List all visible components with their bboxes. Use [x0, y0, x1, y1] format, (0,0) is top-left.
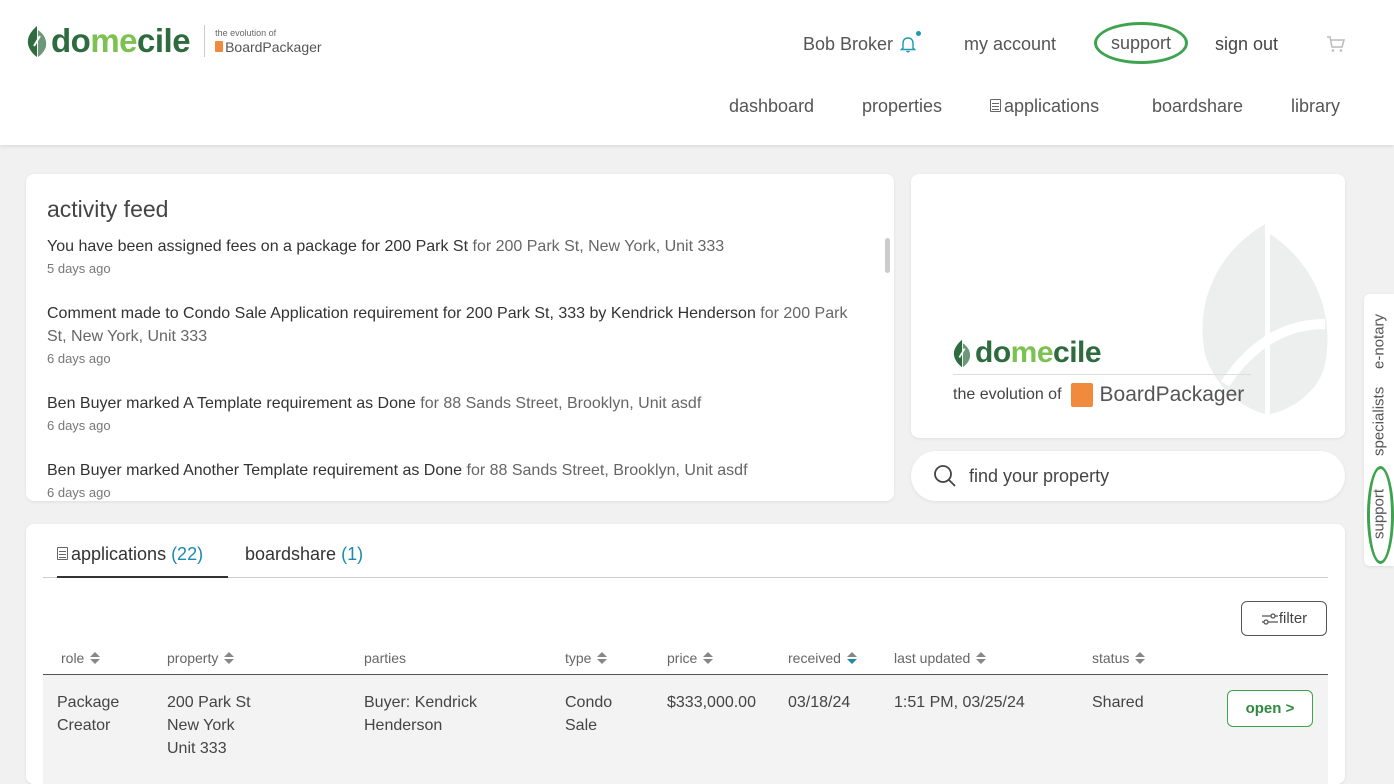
nav-library[interactable]: library [1291, 96, 1340, 146]
cell-status: Shared [1092, 694, 1144, 711]
boardpackager-icon [1070, 383, 1093, 407]
cell-role: Package Creator [57, 694, 120, 734]
sign-out-link[interactable]: sign out [1215, 30, 1278, 58]
cell-last-updated: 1:51 PM, 03/25/24 [894, 694, 1025, 711]
cell-type: Condo Sale [565, 694, 613, 734]
sort-icon [597, 652, 608, 664]
column-price[interactable]: price [667, 650, 714, 666]
leaf-logo-icon [953, 339, 971, 368]
activity-feed-title: activity feed [47, 196, 169, 222]
my-account-link[interactable]: my account [964, 30, 1056, 58]
logo-divider [204, 25, 206, 57]
activity-feed-list[interactable]: You have been assigned fees on a package… [47, 235, 867, 501]
open-button[interactable]: open > [1227, 690, 1313, 727]
side-tab-specialists[interactable]: specialists [1364, 386, 1394, 456]
feed-item-time: 5 days ago [47, 261, 111, 276]
tab-applications[interactable]: applications (22) [57, 544, 228, 578]
nav-dashboard[interactable]: dashboard [729, 96, 814, 146]
nav-boardshare[interactable]: boardshare [1152, 96, 1243, 146]
column-property[interactable]: property [167, 650, 235, 666]
feed-item[interactable]: Ben Buyer marked Another Template requir… [47, 459, 867, 501]
side-tab-enotary[interactable]: e-notary [1364, 308, 1394, 374]
sort-icon [224, 652, 235, 664]
search-icon [934, 465, 956, 487]
feed-item-time: 6 days ago [47, 351, 111, 366]
feed-item[interactable]: You have been assigned fees on a package… [47, 235, 867, 277]
promo-tagline: the evolution of BoardPackager [953, 383, 1245, 407]
promo-wordmark: domecile [975, 336, 1102, 369]
filter-button[interactable]: filter [1241, 601, 1327, 636]
domecile-logo[interactable]: domecile the evolution of BoardPackager [26, 24, 322, 58]
feed-item-time: 6 days ago [47, 418, 111, 433]
feed-scrollbar[interactable] [885, 238, 890, 273]
brand-promo-card: domecile the evolution of BoardPackager [911, 174, 1345, 438]
promo-divider [953, 374, 1251, 375]
boardpackager-icon [215, 41, 224, 52]
applications-panel: applications (22) boardshare (1) filter ro… [26, 524, 1345, 784]
table-row[interactable]: Package Creator 200 Park St New York Unit 3… [43, 675, 1328, 784]
leaf-logo-icon [27, 26, 47, 57]
sort-icon [703, 652, 714, 664]
nav-applications[interactable]: applications [990, 96, 1099, 146]
cart-icon[interactable] [1326, 30, 1346, 58]
column-parties: parties [364, 650, 407, 666]
feed-item[interactable]: Ben Buyer marked A Template requirement … [47, 392, 867, 434]
brand-tagline: the evolution of BoardPackager [215, 27, 322, 55]
activity-feed-card: activity feed You have been assigned fee… [26, 174, 894, 501]
document-icon [990, 99, 1001, 112]
support-link[interactable]: support [1094, 22, 1188, 64]
column-status[interactable]: status [1092, 650, 1146, 666]
feed-item[interactable]: Comment made to Condo Sale Application r… [47, 302, 867, 367]
applications-tabs: applications (22) boardshare (1) [43, 524, 1328, 578]
property-search[interactable] [911, 451, 1345, 501]
feed-item-time: 6 days ago [47, 485, 111, 500]
column-received[interactable]: received [788, 650, 857, 666]
brand-wordmark: domecile [51, 22, 191, 59]
cell-property: 200 Park St New York Unit 333 [167, 694, 251, 757]
sort-icon [90, 652, 101, 664]
user-menu[interactable]: Bob Broker [803, 30, 922, 58]
notification-dot [916, 31, 922, 36]
filter-sliders-icon [1261, 612, 1278, 625]
sort-icon [1135, 652, 1146, 664]
sort-icon [976, 652, 987, 664]
column-last-updated[interactable]: last updated [894, 650, 987, 666]
tab-boardshare[interactable]: boardshare (1) [245, 544, 363, 577]
search-input[interactable] [967, 464, 1301, 488]
cell-parties: Buyer: Kendrick Henderson [364, 694, 477, 734]
support-highlight-ring [1367, 466, 1394, 564]
top-header: domecile the evolution of BoardPackager … [0, 0, 1394, 145]
cell-received: 03/18/24 [788, 694, 851, 711]
nav-properties[interactable]: properties [862, 96, 942, 146]
column-role[interactable]: role [61, 650, 101, 666]
sort-desc-icon [846, 652, 857, 664]
document-icon [57, 547, 68, 560]
column-type[interactable]: type [565, 650, 608, 666]
bell-icon[interactable] [899, 31, 922, 53]
cell-price: $333,000.00 [667, 694, 756, 711]
promo-logo: domecile [952, 336, 1102, 370]
